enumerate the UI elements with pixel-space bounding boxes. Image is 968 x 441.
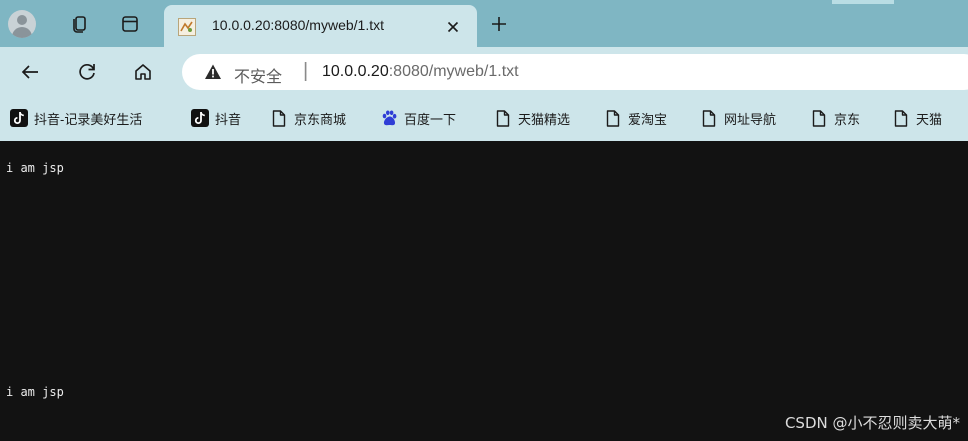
bookmark-tmall-select[interactable]: 天猫精选 <box>494 107 570 129</box>
page-icon <box>494 109 512 127</box>
tab-actions-icon <box>122 16 138 32</box>
bookmarks-bar: 抖音-记录美好生活 抖音 京东商城 百度一下 天猫精选 爱淘宝 网址导航 京东 … <box>0 97 968 141</box>
page-icon <box>892 109 910 127</box>
bookmark-label: 天猫 <box>916 111 943 127</box>
page-content: i am jsp i am jsp CSDN @小不忍则卖大萌* <box>0 141 968 441</box>
bookmark-label: 京东商城 <box>294 111 347 127</box>
url-text[interactable]: 10.0.0.20:8080/myweb/1.txt <box>322 63 519 81</box>
bookmark-douyin[interactable]: 抖音 <box>191 107 241 129</box>
bookmark-jd-mall[interactable]: 京东商城 <box>270 107 346 129</box>
tab-title: 10.0.0.20:8080/myweb/1.txt <box>212 17 384 33</box>
bookmark-ai-taobao[interactable]: 爱淘宝 <box>604 107 667 129</box>
avatar-shoulders <box>12 27 32 38</box>
home-icon <box>135 64 151 80</box>
bookmark-baidu[interactable]: 百度一下 <box>380 107 456 129</box>
address-separator: | <box>303 60 309 82</box>
tab-actions-button[interactable] <box>118 12 142 36</box>
arrow-left-icon <box>21 65 38 79</box>
reload-button[interactable] <box>75 60 99 84</box>
active-tab[interactable]: 10.0.0.20:8080/myweb/1.txt <box>164 5 477 47</box>
bookmark-label: 抖音 <box>215 111 242 127</box>
tiktok-icon <box>10 109 28 127</box>
text-line: i am jsp <box>6 385 64 399</box>
url-path: :8080/myweb/1.txt <box>388 63 519 80</box>
new-tab-button[interactable] <box>486 11 512 37</box>
avatar-head <box>17 15 27 25</box>
warning-triangle-icon <box>205 64 221 79</box>
tab-strip: 10.0.0.20:8080/myweb/1.txt <box>0 0 968 47</box>
bookmark-url-nav[interactable]: 网址导航 <box>700 107 776 129</box>
back-button[interactable] <box>18 60 42 84</box>
csdn-watermark: CSDN @小不忍则卖大萌* <box>784 414 960 432</box>
close-icon <box>447 21 459 33</box>
page-icon <box>700 109 718 127</box>
page-icon <box>270 109 288 127</box>
tab-strip-highlight <box>832 0 894 4</box>
baidu-paw-icon <box>380 109 398 127</box>
text-line: i am jsp <box>6 161 64 175</box>
plus-icon <box>492 17 506 31</box>
bookmark-label: 爱淘宝 <box>628 111 668 127</box>
home-button[interactable] <box>131 60 155 84</box>
refresh-icon <box>79 63 95 80</box>
workspaces-icon <box>73 16 86 33</box>
page-icon <box>810 109 828 127</box>
bookmark-jd[interactable]: 京东 <box>810 107 860 129</box>
tiktok-icon <box>191 109 209 127</box>
bookmark-label: 百度一下 <box>404 111 457 127</box>
bookmark-label: 抖音-记录美好生活 <box>34 111 143 127</box>
workspaces-button[interactable] <box>67 12 91 36</box>
jsp-tomcat-icon <box>178 18 196 36</box>
address-bar[interactable]: 不安全 | 10.0.0.20:8080/myweb/1.txt <box>182 54 968 90</box>
tab-close-button[interactable] <box>443 17 463 37</box>
bookmark-label: 京东 <box>834 111 861 127</box>
navigation-bar: 不安全 | 10.0.0.20:8080/myweb/1.txt <box>0 47 968 97</box>
bookmark-label: 网址导航 <box>724 111 777 127</box>
profile-avatar-button[interactable] <box>8 10 36 38</box>
bookmark-tmall[interactable]: 天猫 <box>892 107 942 129</box>
security-status-label[interactable]: 不安全 <box>234 63 282 87</box>
bookmark-label: 天猫精选 <box>518 111 571 127</box>
bookmark-douyin-home[interactable]: 抖音-记录美好生活 <box>10 107 142 129</box>
url-host: 10.0.0.20 <box>322 63 389 80</box>
page-icon <box>604 109 622 127</box>
